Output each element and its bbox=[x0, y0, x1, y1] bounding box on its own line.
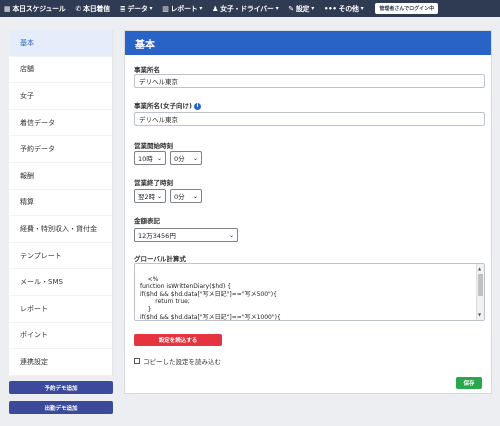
chevron-down-icon: ⌄ bbox=[192, 193, 198, 200]
nav-today-schedule[interactable]: ▦ 本日スケジュール bbox=[4, 4, 66, 14]
checkbox-box[interactable] bbox=[134, 358, 140, 364]
amount-format-label: 金額表記 bbox=[134, 217, 160, 225]
nav-report-label: レポート bbox=[170, 4, 198, 13]
open-time-label: 営業開始時刻 bbox=[134, 142, 173, 150]
bar-chart-icon: ▥ bbox=[162, 4, 169, 13]
open-hour-value: 10時 bbox=[138, 155, 153, 163]
sidebar-item-expenses[interactable]: 経費・特別収入・貸付金 bbox=[9, 216, 112, 243]
load-settings-button[interactable]: 設定を読込する bbox=[134, 334, 222, 346]
close-minute-select[interactable]: 0分 ⌄ bbox=[170, 189, 202, 203]
chevron-down-icon: ▾ bbox=[311, 5, 314, 12]
sidebar-item-call-data[interactable]: 着信データ bbox=[9, 110, 112, 137]
sidebar-item-template[interactable]: テンプレート bbox=[9, 243, 112, 270]
global-calc-textarea[interactable]: <% function isWrittenDiary($hd) { if($hd… bbox=[134, 263, 485, 321]
sidebar-item-store[interactable]: 店舗 bbox=[9, 57, 112, 84]
load-copied-settings-label: コピーした設定を読み込む bbox=[143, 358, 221, 366]
nav-today-calls[interactable]: ✆ 本日着信 bbox=[75, 4, 110, 14]
sidebar-item-reservation-data[interactable]: 予約データ bbox=[9, 136, 112, 163]
chevron-down-icon: ⌄ bbox=[228, 232, 234, 239]
chevron-down-icon: ▾ bbox=[275, 5, 279, 12]
settings-panel: 基本 事業所名 デリヘル東京 事業所名(女子向け) i デリヘル東京 営業開始時刻… bbox=[124, 30, 492, 394]
business-name-label: 事業所名 bbox=[134, 66, 160, 74]
open-minute-select[interactable]: 0分 ⌄ bbox=[170, 151, 202, 165]
sidebar-item-compensation[interactable]: 報酬 bbox=[9, 163, 112, 190]
info-icon[interactable]: i bbox=[193, 102, 201, 110]
database-icon: ≣ bbox=[119, 4, 126, 13]
sidebar-item-settlement[interactable]: 精算 bbox=[9, 190, 112, 217]
nav-girls-drivers[interactable]: ♟ 女子・ドライバー ▾ bbox=[212, 4, 278, 14]
scroll-down-icon[interactable]: ▼ bbox=[478, 311, 481, 319]
close-time-label: 営業終了時刻 bbox=[134, 179, 173, 187]
nav-data[interactable]: ≣ データ ▾ bbox=[119, 4, 153, 14]
chevron-down-icon: ▾ bbox=[149, 5, 153, 12]
sidebar-item-basic[interactable]: 基本 bbox=[9, 30, 112, 57]
global-calc-label: グローバル計算式 bbox=[134, 255, 186, 263]
nav-today-calls-label: 本日着信 bbox=[83, 4, 110, 13]
users-icon: ♟ bbox=[212, 4, 219, 13]
nav-today-schedule-label: 本日スケジュール bbox=[12, 4, 66, 13]
open-hour-select[interactable]: 10時 ⌄ bbox=[134, 151, 166, 165]
nav-settings[interactable]: ✎ 設定 ▾ bbox=[288, 4, 314, 14]
top-nav: ▦ 本日スケジュール ✆ 本日着信 ≣ データ ▾ ▥ レポート ▾ ♟ 女子・… bbox=[0, 0, 500, 17]
scrollbar-thumb[interactable] bbox=[478, 274, 483, 296]
calendar-icon: ▦ bbox=[4, 4, 11, 13]
amount-format-value: 12万3456円 bbox=[138, 232, 176, 240]
business-name-input[interactable]: デリヘル東京 bbox=[134, 74, 485, 88]
nav-more-label: その他 bbox=[338, 4, 359, 13]
nav-data-label: データ bbox=[127, 4, 148, 13]
add-attendance-demo-button[interactable]: 出勤デモ追加 bbox=[9, 401, 113, 414]
save-button[interactable]: 保存 bbox=[456, 377, 482, 389]
sidebar-item-points[interactable]: ポイント bbox=[9, 323, 112, 350]
chevron-down-icon: ⌄ bbox=[192, 155, 198, 162]
page-title: 基本 bbox=[125, 31, 491, 55]
nav-girls-drivers-label: 女子・ドライバー bbox=[220, 4, 274, 13]
close-hour-value: 翌2時 bbox=[138, 193, 156, 201]
sidebar-item-report[interactable]: レポート bbox=[9, 296, 112, 323]
textarea-scrollbar[interactable]: ▲ ▼ bbox=[476, 264, 484, 320]
nav-more[interactable]: ••• その他 ▾ bbox=[323, 4, 364, 14]
scroll-up-icon[interactable]: ▲ bbox=[478, 265, 481, 273]
business-name-girls-label: 事業所名(女子向け) bbox=[134, 102, 192, 110]
sidebar: 基本 店舗 女子 着信データ 予約データ 報酬 精算 経費・特別収入・貸付金 テ… bbox=[9, 30, 113, 376]
load-copied-settings-checkbox[interactable]: コピーした設定を読み込む bbox=[134, 356, 221, 366]
chevron-down-icon: ▾ bbox=[360, 5, 364, 12]
more-dots-icon: ••• bbox=[323, 4, 337, 13]
amount-format-select[interactable]: 12万3456円 ⌄ bbox=[134, 228, 238, 242]
chevron-down-icon: ⌄ bbox=[156, 193, 162, 200]
wrench-icon: ✎ bbox=[288, 4, 294, 13]
sidebar-item-integration[interactable]: 連携設定 bbox=[9, 349, 112, 376]
sidebar-item-girls[interactable]: 女子 bbox=[9, 83, 112, 110]
sidebar-item-mail-sms[interactable]: メール・SMS bbox=[9, 269, 112, 296]
close-minute-value: 0分 bbox=[174, 193, 185, 201]
business-name-girls-input[interactable]: デリヘル東京 bbox=[134, 112, 485, 126]
chevron-down-icon: ▾ bbox=[199, 5, 203, 12]
business-name-girls-label-wrap: 事業所名(女子向け) i bbox=[134, 100, 201, 110]
add-reservation-demo-button[interactable]: 予約デモ追加 bbox=[9, 381, 113, 394]
login-status-button[interactable]: 管理者さんでログイン中 bbox=[375, 3, 439, 14]
nav-report[interactable]: ▥ レポート ▾ bbox=[162, 4, 202, 14]
global-calc-code: <% function isWrittenDiary($hd) { if($hd… bbox=[140, 275, 281, 321]
nav-settings-label: 設定 bbox=[295, 4, 310, 13]
open-minute-value: 0分 bbox=[174, 155, 185, 163]
close-hour-select[interactable]: 翌2時 ⌄ bbox=[134, 189, 166, 203]
phone-icon: ✆ bbox=[75, 4, 82, 13]
chevron-down-icon: ⌄ bbox=[156, 155, 162, 162]
